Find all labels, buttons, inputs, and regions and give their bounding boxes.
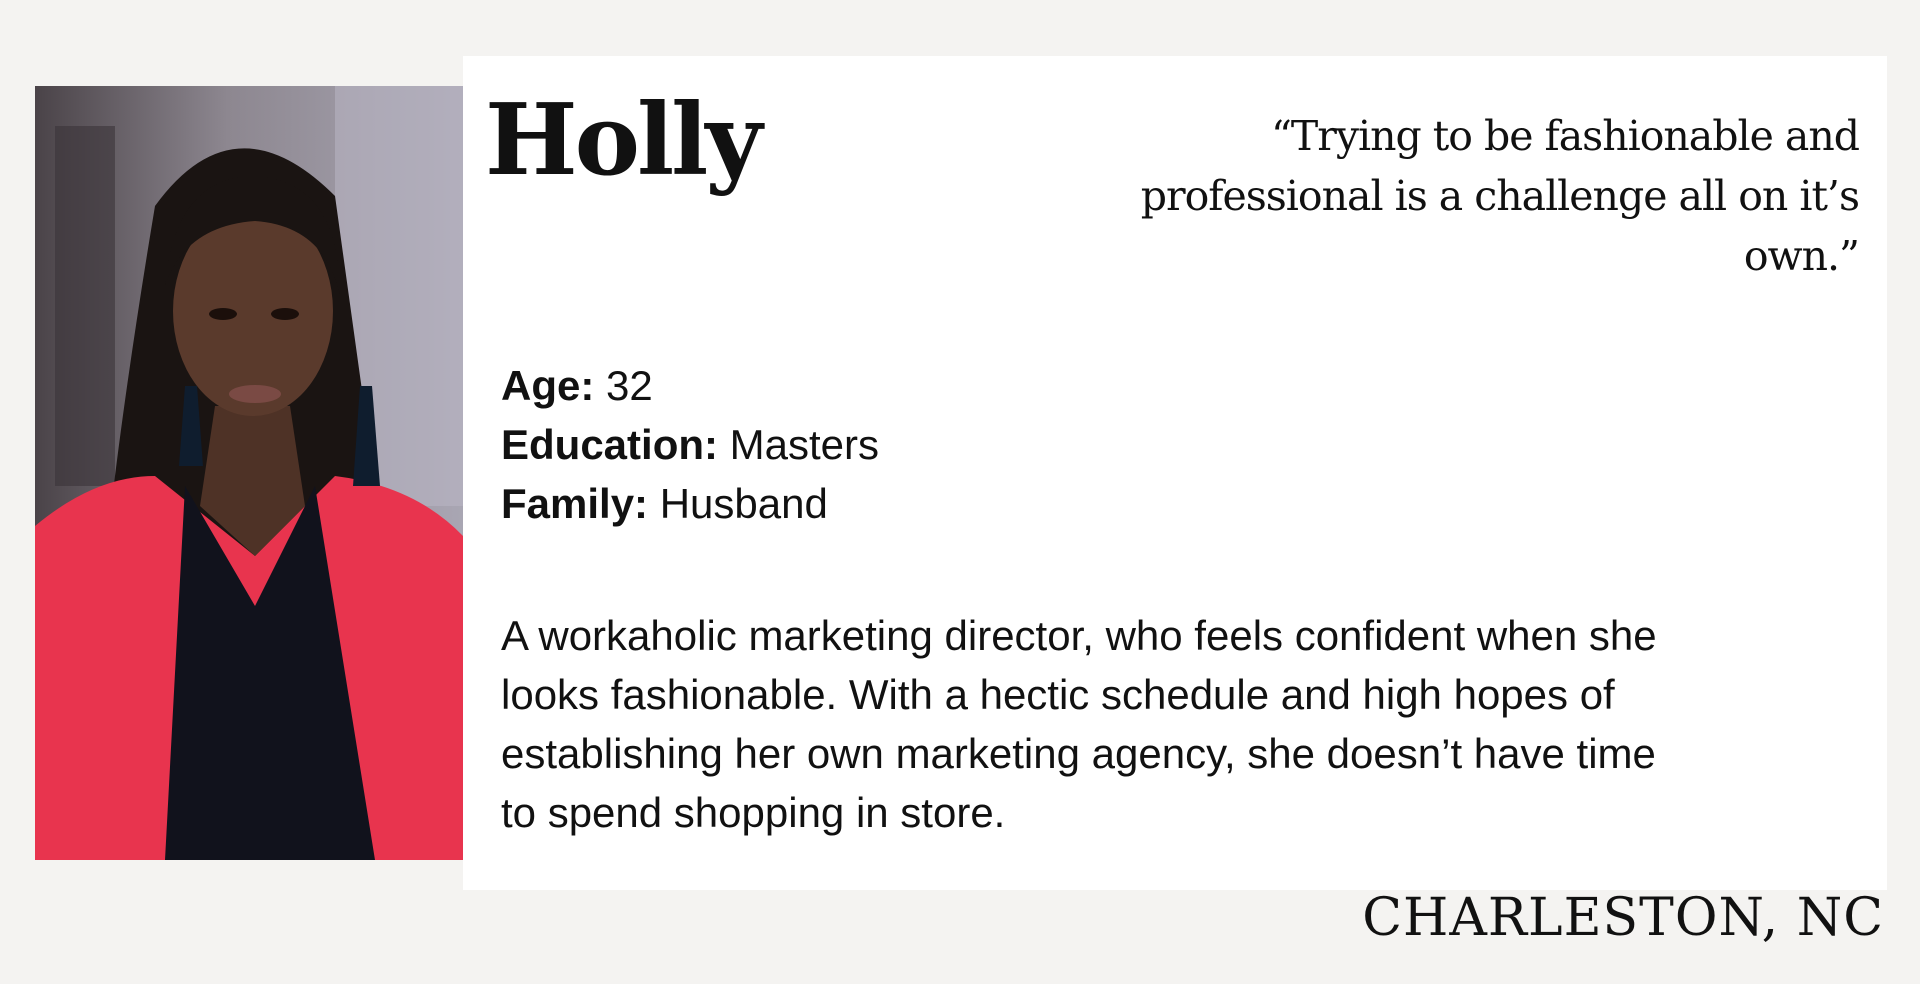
lips xyxy=(229,385,281,403)
fact-label: Age: xyxy=(501,362,606,409)
persona-bio: A workaholic marketing director, who fee… xyxy=(501,612,1657,836)
fact-family: Family: Husband xyxy=(501,474,879,533)
persona-name: Holly xyxy=(485,83,762,198)
fact-label: Education: xyxy=(501,421,730,468)
persona-facts: Age: 32 Education: Masters Family: Husba… xyxy=(501,356,879,533)
fact-value: 32 xyxy=(606,362,653,409)
left-eye xyxy=(209,308,237,320)
fact-age: Age: 32 xyxy=(501,356,879,415)
portrait-illustration xyxy=(35,86,463,860)
persona-photo xyxy=(35,86,463,860)
persona-location: CHARLESTON, NC xyxy=(1362,888,1884,948)
fact-label: Family: xyxy=(501,480,660,527)
right-eye xyxy=(271,308,299,320)
building-left xyxy=(55,126,115,486)
fact-education: Education: Masters xyxy=(501,415,879,474)
fact-value: Husband xyxy=(659,480,828,527)
persona-quote: “Trying to be fashionable and profession… xyxy=(1140,112,1860,280)
fact-value: Masters xyxy=(729,421,880,468)
